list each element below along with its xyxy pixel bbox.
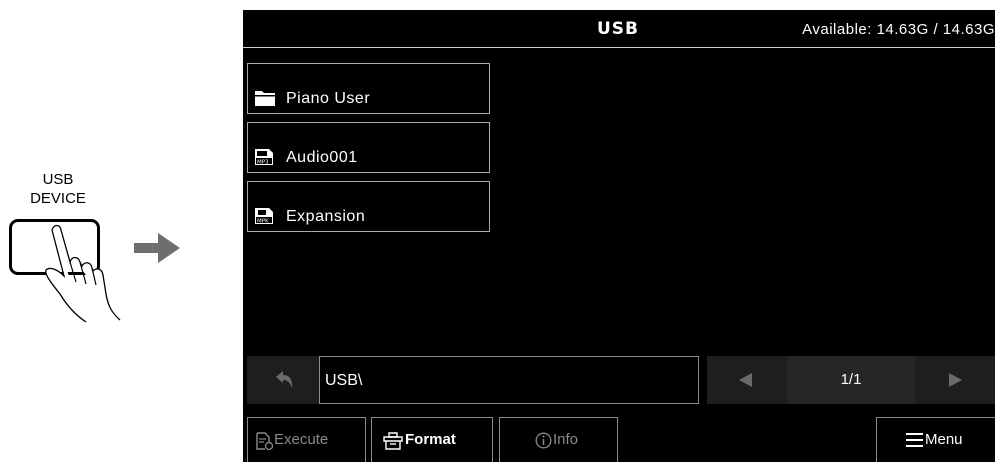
execute-label: Execute xyxy=(274,431,329,448)
info-button[interactable]: Info xyxy=(499,417,618,462)
pagination: 1/1 xyxy=(707,356,995,404)
back-arrow-icon xyxy=(276,371,293,388)
label-line-1: USB xyxy=(42,171,74,188)
menu-label: Menu xyxy=(925,431,963,448)
available-space: Available: 14.63G / 14.63G xyxy=(802,21,995,38)
usb-screen: USB Available: 14.63G / 14.63G Piano Use… xyxy=(243,10,995,462)
right-arrow-icon xyxy=(134,233,180,263)
file-item-expansion[interactable]: MPK Expansion xyxy=(247,181,490,232)
triangle-right-icon xyxy=(949,373,962,387)
info-label: Info xyxy=(553,431,579,448)
svg-text:MPK: MPK xyxy=(257,219,269,225)
finger-press-icon xyxy=(45,224,121,323)
menu-button[interactable]: Menu xyxy=(876,417,995,462)
prev-page-button[interactable] xyxy=(707,356,787,404)
format-button[interactable]: Format xyxy=(371,417,493,462)
page-number: 1/1 xyxy=(787,356,915,404)
next-page-button[interactable] xyxy=(915,356,995,404)
info-icon xyxy=(535,432,552,449)
header-bar: USB Available: 14.63G / 14.63G xyxy=(243,10,995,48)
file-name: Audio001 xyxy=(286,149,358,166)
format-icon xyxy=(383,432,403,450)
file-item-piano-user[interactable]: Piano User xyxy=(247,63,490,114)
file-name: Expansion xyxy=(286,208,366,225)
file-name: Piano User xyxy=(286,90,371,107)
mp3-file-icon: MP3 xyxy=(255,149,273,166)
hamburger-icon xyxy=(906,433,923,447)
execute-button[interactable]: Execute xyxy=(247,417,366,462)
format-label: Format xyxy=(405,431,456,448)
svg-text:MP3: MP3 xyxy=(257,160,269,166)
current-path: USB\ xyxy=(325,372,363,389)
page-title: USB xyxy=(597,19,640,39)
path-field: USB\ xyxy=(319,356,699,404)
file-item-audio001[interactable]: MP3 Audio001 xyxy=(247,122,490,173)
triangle-left-icon xyxy=(739,373,752,387)
label-line-2: DEVICE xyxy=(30,190,86,207)
mpk-file-icon: MPK xyxy=(255,208,273,225)
back-button[interactable] xyxy=(247,356,319,404)
usb-device-button-label: USB DEVICE xyxy=(18,170,98,208)
execute-icon xyxy=(256,432,273,450)
folder-icon xyxy=(255,91,275,106)
